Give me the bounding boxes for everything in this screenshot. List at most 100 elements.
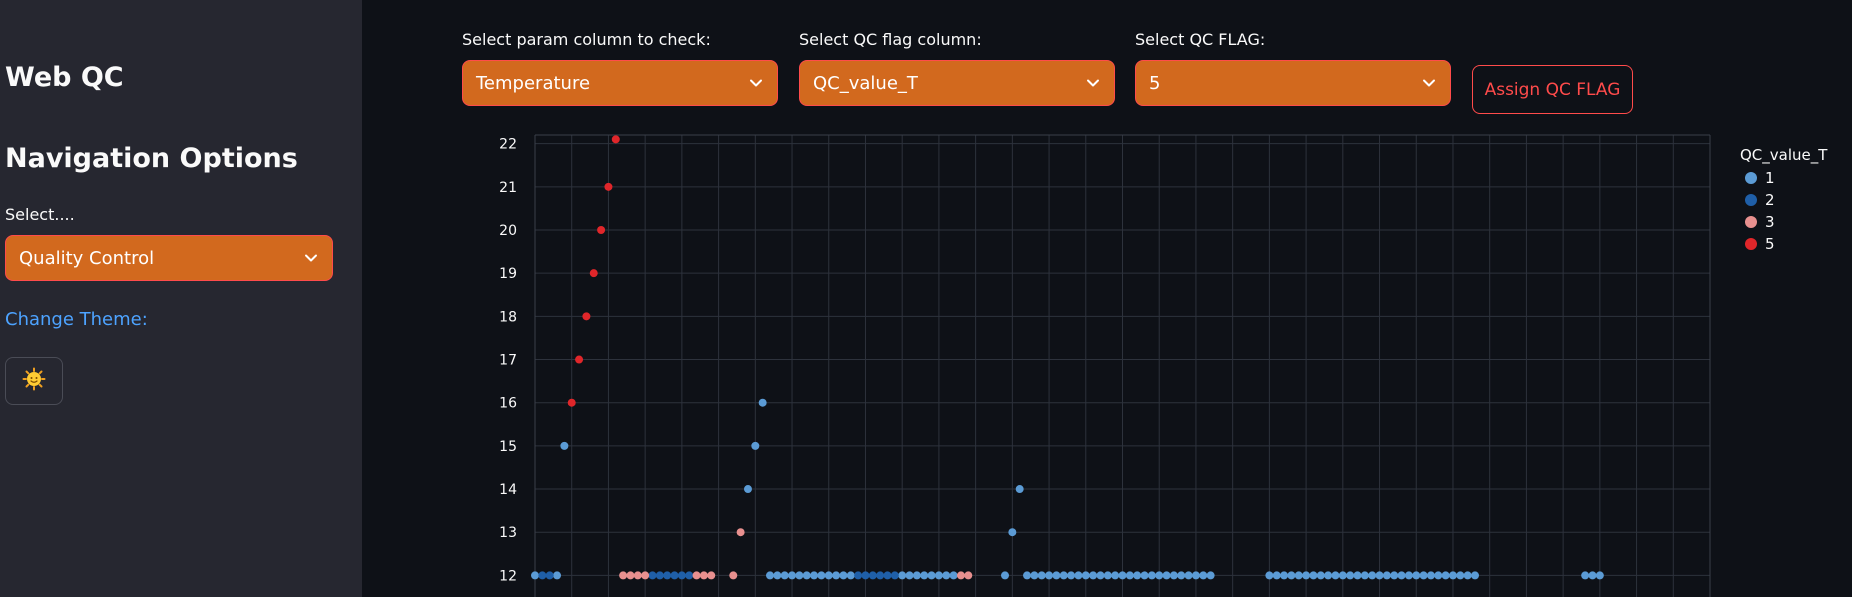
data-point-flag-2[interactable] — [868, 571, 877, 580]
data-point-flag-1[interactable] — [1287, 571, 1296, 580]
data-point-flag-5[interactable] — [567, 398, 576, 407]
data-point-flag-5[interactable] — [582, 312, 591, 321]
data-point-flag-1[interactable] — [1162, 571, 1171, 580]
data-point-flag-5[interactable] — [604, 182, 613, 191]
data-point-flag-1[interactable] — [773, 571, 782, 580]
data-point-flag-1[interactable] — [1081, 571, 1090, 580]
data-point-flag-1[interactable] — [846, 571, 855, 580]
data-point-flag-1[interactable] — [560, 441, 569, 450]
data-point-flag-3[interactable] — [626, 571, 635, 580]
data-point-flag-1[interactable] — [1397, 571, 1406, 580]
data-point-flag-1[interactable] — [949, 571, 958, 580]
data-point-flag-2[interactable] — [648, 571, 657, 580]
data-point-flag-3[interactable] — [736, 528, 745, 537]
data-point-flag-1[interactable] — [1045, 571, 1054, 580]
data-point-flag-1[interactable] — [1037, 571, 1046, 580]
data-point-flag-1[interactable] — [1448, 571, 1457, 580]
data-point-flag-3[interactable] — [729, 571, 738, 580]
data-point-flag-1[interactable] — [1382, 571, 1391, 580]
data-point-flag-2[interactable] — [655, 571, 664, 580]
data-point-flag-2[interactable] — [670, 571, 679, 580]
data-point-flag-1[interactable] — [1052, 571, 1061, 580]
data-point-flag-1[interactable] — [743, 485, 752, 494]
data-point-flag-2[interactable] — [685, 571, 694, 580]
data-point-flag-1[interactable] — [1008, 528, 1017, 537]
data-point-flag-2[interactable] — [883, 571, 892, 580]
data-point-flag-1[interactable] — [1147, 571, 1156, 580]
data-point-flag-1[interactable] — [1456, 571, 1465, 580]
data-point-flag-1[interactable] — [1133, 571, 1142, 580]
data-point-flag-1[interactable] — [1103, 571, 1112, 580]
data-point-flag-1[interactable] — [1155, 571, 1164, 580]
data-point-flag-1[interactable] — [1111, 571, 1120, 580]
data-point-flag-1[interactable] — [1140, 571, 1149, 580]
data-point-flag-1[interactable] — [1067, 571, 1076, 580]
data-point-flag-1[interactable] — [1030, 571, 1039, 580]
legend-item-3[interactable]: 3 — [1740, 211, 1827, 233]
assign-qc-flag-button[interactable]: Assign QC FLAG — [1472, 65, 1633, 114]
data-point-flag-1[interactable] — [912, 571, 921, 580]
legend-item-2[interactable]: 2 — [1740, 189, 1827, 211]
data-point-flag-1[interactable] — [1404, 571, 1413, 580]
nav-select[interactable]: Quality Control — [5, 235, 333, 281]
data-point-flag-3[interactable] — [699, 571, 708, 580]
data-point-flag-1[interactable] — [1375, 571, 1384, 580]
data-point-flag-1[interactable] — [927, 571, 936, 580]
data-point-flag-1[interactable] — [1426, 571, 1435, 580]
data-point-flag-1[interactable] — [788, 571, 797, 580]
data-point-flag-1[interactable] — [810, 571, 819, 580]
data-point-flag-1[interactable] — [1302, 571, 1311, 580]
data-point-flag-1[interactable] — [1023, 571, 1032, 580]
data-point-flag-1[interactable] — [817, 571, 826, 580]
data-point-flag-2[interactable] — [545, 571, 554, 580]
chart-legend[interactable]: QC_value_T 1 2 3 5 — [1740, 146, 1827, 255]
data-point-flag-1[interactable] — [1294, 571, 1303, 580]
param-select[interactable]: Temperature — [462, 60, 778, 106]
data-point-flag-3[interactable] — [633, 571, 642, 580]
data-point-flag-1[interactable] — [1059, 571, 1068, 580]
legend-item-1[interactable]: 1 — [1740, 167, 1827, 189]
data-point-flag-1[interactable] — [1096, 571, 1105, 580]
data-point-flag-1[interactable] — [1324, 571, 1333, 580]
data-point-flag-1[interactable] — [1118, 571, 1127, 580]
flag-column-select[interactable]: QC_value_T — [799, 60, 1115, 106]
data-point-flag-1[interactable] — [1441, 571, 1450, 580]
data-point-flag-1[interactable] — [531, 571, 539, 580]
data-point-flag-1[interactable] — [824, 571, 833, 580]
data-point-flag-1[interactable] — [758, 398, 767, 407]
data-point-flag-1[interactable] — [1272, 571, 1281, 580]
data-point-flag-1[interactable] — [1191, 571, 1200, 580]
data-point-flag-5[interactable] — [589, 269, 598, 278]
data-point-flag-1[interactable] — [1434, 571, 1443, 580]
data-point-flag-5[interactable] — [597, 225, 606, 234]
data-point-flag-1[interactable] — [1169, 571, 1178, 580]
data-point-flag-1[interactable] — [934, 571, 943, 580]
qc-flag-select[interactable]: 5 — [1135, 60, 1451, 106]
data-point-flag-1[interactable] — [1595, 571, 1604, 580]
theme-toggle-button[interactable] — [5, 357, 63, 405]
data-point-flag-1[interactable] — [1360, 571, 1369, 580]
data-point-flag-1[interactable] — [553, 571, 562, 580]
data-point-flag-1[interactable] — [1353, 571, 1362, 580]
data-point-flag-1[interactable] — [905, 571, 914, 580]
data-point-flag-3[interactable] — [641, 571, 650, 580]
data-point-flag-3[interactable] — [707, 571, 716, 580]
legend-item-5[interactable]: 5 — [1740, 233, 1827, 255]
data-point-flag-3[interactable] — [964, 571, 973, 580]
data-point-flag-1[interactable] — [766, 571, 774, 580]
data-point-flag-1[interactable] — [1177, 571, 1186, 580]
data-point-flag-2[interactable] — [538, 571, 547, 580]
data-point-flag-1[interactable] — [1471, 571, 1479, 580]
data-point-flag-3[interactable] — [692, 571, 701, 580]
data-point-flag-1[interactable] — [1390, 571, 1399, 580]
data-point-flag-1[interactable] — [1581, 571, 1590, 580]
data-point-flag-1[interactable] — [1265, 571, 1274, 580]
data-point-flag-1[interactable] — [898, 571, 907, 580]
data-point-flag-1[interactable] — [839, 571, 848, 580]
data-point-flag-1[interactable] — [751, 441, 760, 450]
data-point-flag-1[interactable] — [1199, 571, 1208, 580]
data-point-flag-2[interactable] — [890, 571, 899, 580]
data-point-flag-1[interactable] — [1184, 571, 1193, 580]
data-point-flag-1[interactable] — [1412, 571, 1421, 580]
data-point-flag-2[interactable] — [861, 571, 870, 580]
